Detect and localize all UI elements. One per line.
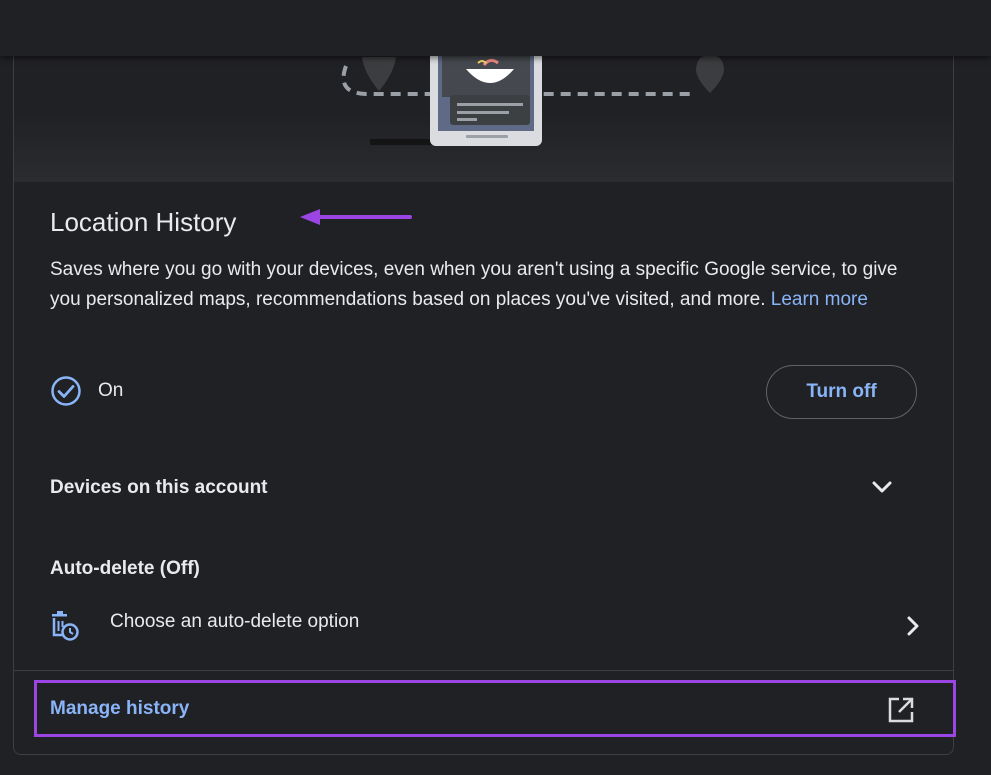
page-title: Location History — [50, 207, 237, 237]
location-history-card: Location History Saves where you go with… — [13, 0, 954, 755]
open-in-new-icon — [888, 697, 914, 723]
turn-off-button[interactable]: Turn off — [766, 365, 917, 419]
section-description: Saves where you go with your devices, ev… — [50, 255, 930, 315]
devices-section-header[interactable]: Devices on this account — [50, 477, 268, 499]
status-label: On — [98, 380, 124, 401]
learn-more-link[interactable]: Learn more — [771, 289, 868, 310]
chevron-right-icon — [907, 616, 919, 636]
auto-delete-option-label: Choose an auto-delete option — [110, 611, 360, 632]
auto-delete-icon — [52, 611, 79, 641]
status-row: On — [50, 373, 123, 409]
check-circle-icon — [51, 376, 81, 406]
manage-history-label: Manage history — [50, 698, 190, 719]
manage-history-link[interactable]: Manage history — [34, 680, 956, 737]
auto-delete-header: Auto-delete (Off) — [50, 558, 200, 579]
auto-delete-option-row[interactable]: Choose an auto-delete option — [50, 605, 920, 645]
chevron-down-icon[interactable] — [871, 479, 893, 497]
top-bar — [0, 0, 991, 56]
annotation-arrow-icon — [300, 209, 412, 225]
divider — [14, 670, 953, 671]
